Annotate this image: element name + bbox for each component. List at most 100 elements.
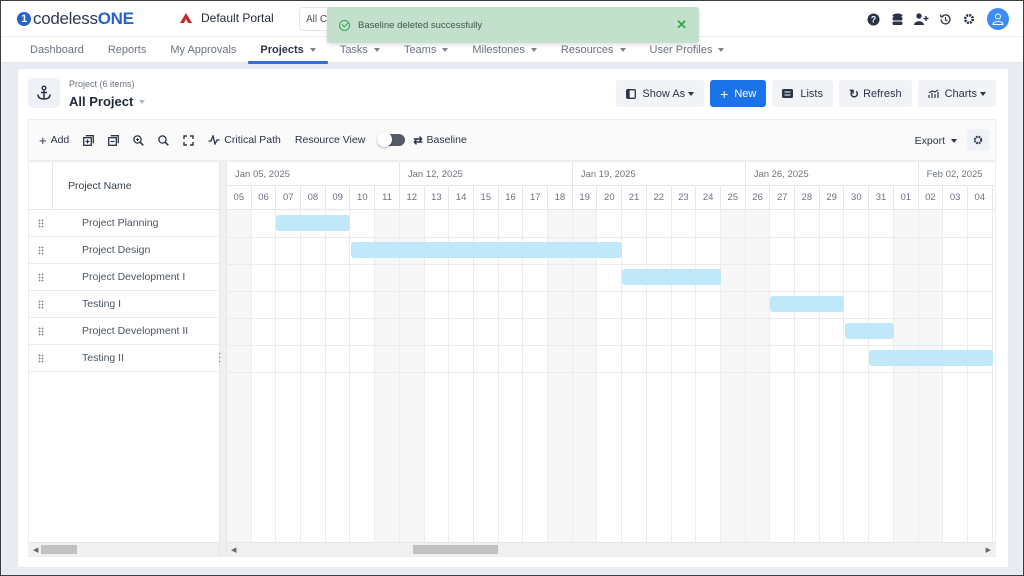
nav-tab-reports[interactable]: Reports bbox=[96, 37, 159, 63]
day-header: 04 bbox=[968, 186, 993, 210]
sync-icon: ⇄ bbox=[413, 134, 423, 147]
charts-button[interactable]: Charts bbox=[917, 80, 996, 107]
scroll-left-icon[interactable]: ◀ bbox=[231, 546, 236, 554]
portal-switcher[interactable]: Default Portal bbox=[179, 11, 274, 25]
resource-view-toggle[interactable] bbox=[377, 132, 406, 147]
drag-column-header bbox=[29, 162, 53, 209]
drag-handle[interactable] bbox=[29, 218, 53, 228]
nav-tab-label: Milestones bbox=[472, 44, 525, 56]
nav-tab-projects[interactable]: Projects bbox=[248, 37, 329, 64]
drag-handle-icon bbox=[38, 218, 44, 228]
task-bar[interactable] bbox=[869, 350, 993, 366]
pane-splitter[interactable]: · · · bbox=[218, 162, 227, 556]
collapse-all-button[interactable] bbox=[108, 134, 120, 146]
day-header: 12 bbox=[400, 186, 425, 210]
table-row[interactable]: Project Planning bbox=[29, 210, 219, 237]
table-row[interactable]: Project Development I bbox=[29, 264, 219, 291]
table-row[interactable]: Project Development II bbox=[29, 318, 219, 345]
day-column bbox=[425, 210, 450, 542]
resource-view-label: Resource View bbox=[295, 134, 365, 146]
portal-name: Default Portal bbox=[201, 11, 274, 25]
project-name-cell: Testing I bbox=[82, 298, 122, 310]
day-header: 08 bbox=[301, 186, 326, 210]
gantt-toolbar: + Add Critical Path Resource View ⇄ Baseli… bbox=[28, 119, 996, 161]
scroll-left-icon[interactable]: ◀ bbox=[33, 546, 38, 554]
drag-handle[interactable] bbox=[29, 272, 53, 282]
drag-handle[interactable] bbox=[29, 299, 53, 309]
lists-button[interactable]: Lists bbox=[772, 80, 833, 107]
grid-horizontal-scrollbar[interactable]: ◀ bbox=[29, 542, 219, 556]
critical-path-label: Critical Path bbox=[224, 134, 281, 146]
database-icon[interactable] bbox=[885, 7, 909, 31]
drag-handle[interactable] bbox=[29, 353, 53, 363]
day-column bbox=[326, 210, 351, 542]
app-logo[interactable]: 1 codeless ONE bbox=[17, 9, 134, 29]
task-bar[interactable] bbox=[770, 296, 845, 312]
day-header: 07 bbox=[276, 186, 302, 210]
pulse-icon bbox=[208, 135, 220, 145]
export-button[interactable]: Export bbox=[915, 135, 957, 147]
lists-label: Lists bbox=[800, 87, 823, 100]
expand-all-icon bbox=[83, 134, 95, 146]
zoom-in-button[interactable] bbox=[133, 134, 145, 146]
scrollbar-thumb[interactable] bbox=[413, 545, 498, 554]
day-column bbox=[499, 210, 524, 542]
day-header: 05 bbox=[227, 186, 252, 210]
show-as-button[interactable]: Show As bbox=[616, 80, 705, 107]
day-column bbox=[820, 210, 845, 542]
history-icon[interactable] bbox=[933, 7, 957, 31]
gantt-settings-button[interactable] bbox=[967, 129, 989, 151]
splitter-grip-icon[interactable]: · · · bbox=[218, 349, 221, 367]
new-label: New bbox=[734, 87, 757, 100]
add-user-icon[interactable] bbox=[909, 7, 933, 31]
task-bar[interactable] bbox=[622, 269, 721, 285]
row-divider bbox=[227, 291, 993, 292]
help-icon[interactable]: ? bbox=[861, 7, 885, 31]
week-header-row: Jan 05, 2025 Jan 12, 2025 Jan 19, 2025 Jan … bbox=[227, 162, 995, 186]
settings-gear-icon[interactable] bbox=[957, 7, 981, 31]
scroll-right-icon[interactable]: ▶ bbox=[986, 546, 991, 554]
scrollbar-thumb[interactable] bbox=[41, 545, 77, 554]
table-row[interactable]: Project Design bbox=[29, 237, 219, 264]
column-header-project-name[interactable]: Project Name bbox=[53, 162, 219, 209]
critical-path-button[interactable]: Critical Path bbox=[208, 134, 281, 146]
page-title: All Project bbox=[69, 94, 134, 109]
chevron-down-icon bbox=[980, 91, 986, 96]
week-header: Jan 05, 2025 bbox=[227, 162, 400, 186]
refresh-button[interactable]: ↻ Refresh bbox=[839, 80, 912, 107]
toast-close-icon[interactable]: ✕ bbox=[676, 17, 687, 33]
day-column bbox=[918, 210, 944, 542]
expand-all-button[interactable] bbox=[83, 134, 95, 146]
plus-icon: + bbox=[39, 132, 47, 148]
new-button[interactable]: + New bbox=[710, 80, 767, 107]
day-header: 31 bbox=[869, 186, 894, 210]
drag-handle[interactable] bbox=[29, 245, 53, 255]
table-row[interactable]: Testing II bbox=[29, 345, 219, 372]
day-header: 13 bbox=[425, 186, 450, 210]
day-header: 18 bbox=[548, 186, 573, 210]
nav-tab-dashboard[interactable]: Dashboard bbox=[18, 37, 96, 63]
task-bar[interactable] bbox=[350, 242, 623, 258]
add-task-button[interactable]: + Add bbox=[39, 133, 69, 148]
nav-tab-my-approvals[interactable]: My Approvals bbox=[158, 37, 248, 63]
task-bar[interactable] bbox=[844, 323, 894, 339]
day-header: 14 bbox=[449, 186, 474, 210]
chart-icon bbox=[927, 89, 939, 98]
day-header: 21 bbox=[622, 186, 647, 210]
zoom-out-button[interactable] bbox=[158, 134, 170, 146]
day-column bbox=[672, 210, 697, 542]
day-column bbox=[351, 210, 376, 542]
baseline-label: Baseline bbox=[426, 134, 467, 146]
timeline-horizontal-scrollbar[interactable]: ◀ ▶ bbox=[227, 542, 995, 556]
fullscreen-icon bbox=[183, 134, 194, 146]
table-row[interactable]: Testing I bbox=[29, 291, 219, 318]
drag-handle[interactable] bbox=[29, 326, 53, 336]
fit-to-screen-button[interactable] bbox=[183, 134, 194, 146]
day-column bbox=[745, 210, 771, 542]
user-avatar[interactable] bbox=[987, 8, 1009, 30]
view-selector[interactable]: All Project bbox=[69, 94, 146, 109]
task-bar[interactable] bbox=[276, 215, 351, 231]
nav-tab-label: User Profiles bbox=[649, 44, 713, 56]
baseline-button[interactable]: ⇄ Baseline bbox=[413, 134, 467, 147]
day-header: 30 bbox=[845, 186, 870, 210]
